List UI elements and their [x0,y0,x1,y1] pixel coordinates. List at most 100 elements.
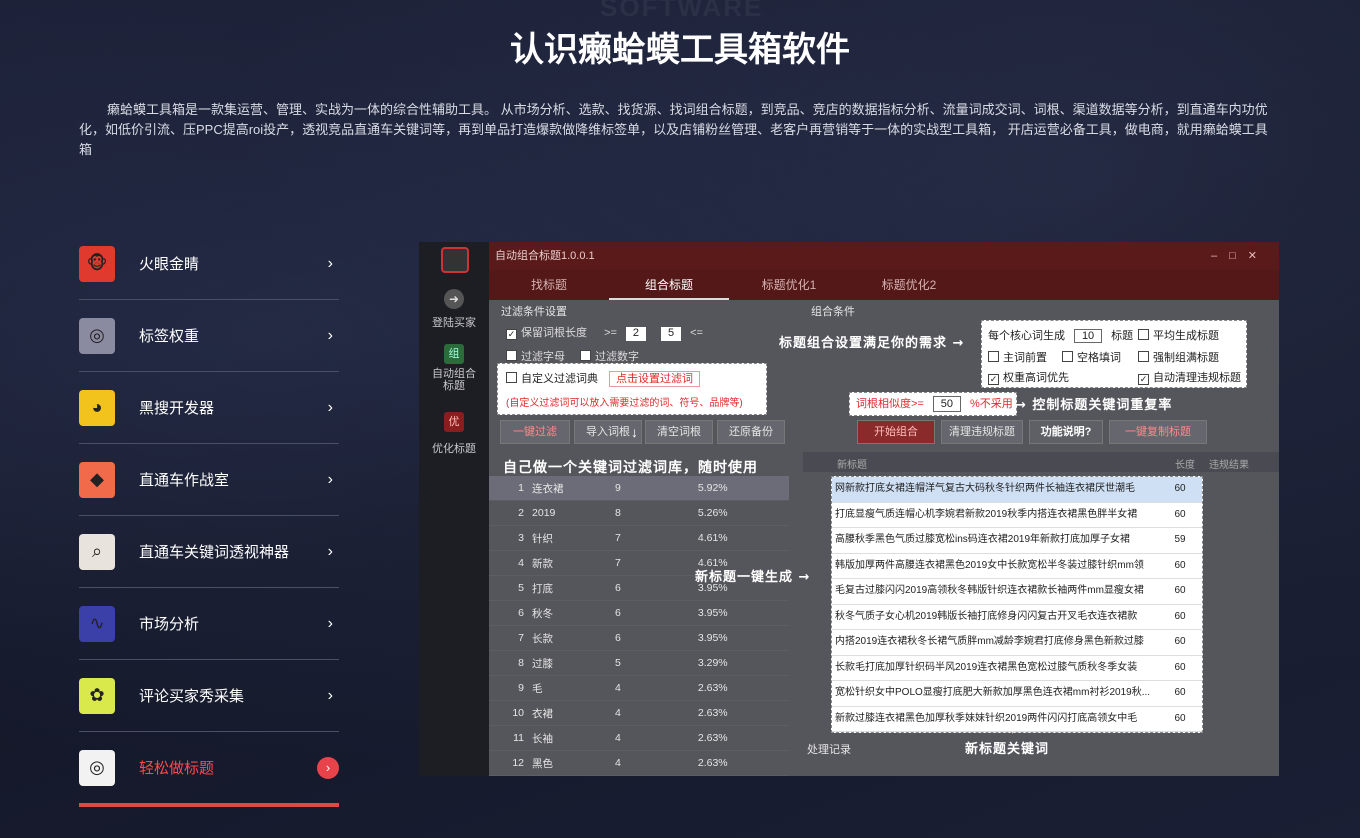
similarity-input[interactable]: 50 [932,396,961,412]
table-cell: 3.95% [693,625,789,651]
table-cell: 2.63% [693,750,789,776]
root-table: 1 连衣裙 9 5.92% 2 2019 8 5.26% 3 针织 7 4.61% 4 新款 7 4.61% 5… [489,476,789,776]
clean-titles-button[interactable]: 清理违规标题 [941,420,1023,444]
table-row[interactable]: 8 过膝 5 3.29% [489,650,789,676]
table-cell: 针织 [528,525,611,551]
app-tab[interactable]: 标题优化1 [729,270,849,300]
similarity-callout: 词根相似度>= 50 %不采用 [849,392,1017,416]
title-length: 60 [1174,661,1186,673]
filter-digits-label: 过滤数字 [595,351,640,363]
title-length: 60 [1174,559,1186,571]
opt-space-fill[interactable]: 空格填词 [1062,349,1121,365]
table-cell: 5.92% [693,476,789,501]
per-core-row: 每个核心词生成 10 标题 [988,327,1133,343]
table-cell: 2.63% [693,675,789,701]
list-item[interactable]: 新款过膝连衣裙黑色加厚秋季妹妹针织2019两件闪闪打底高领女中毛 60 [832,707,1202,732]
opt-auto-clean[interactable]: 自动清理违规标题 [1138,369,1241,385]
list-item[interactable]: 宽松针织女中POLO显瘦打底肥大新款加厚黑色连衣裙mm衬衫2019秋... 60 [832,681,1202,707]
table-row[interactable]: 11 长袖 4 2.63% [489,725,789,751]
menu-item[interactable]: ◎ 标签权重 › [79,300,339,372]
start-combo-button[interactable]: 开始组合 [857,420,935,444]
table-cell: 6 [610,575,694,601]
list-item[interactable]: 网新款打底女裙连帽洋气复古大码秋冬针织两件长袖连衣裙厌世潮毛 60 [832,477,1202,503]
app-tab[interactable]: 组合标题 [609,270,729,300]
table-row[interactable]: 6 秋冬 6 3.95% [489,600,789,626]
list-item[interactable]: 毛复古过膝闪闪2019高领秋冬韩版针织连衣裙款长袖两件mm显瘦女裙 60 [832,579,1202,605]
menu-item[interactable]: ◆ 直通车作战室 › [79,444,339,516]
menu-item[interactable]: 🐵 火眼金睛 › [79,228,339,300]
title-text: 秋冬气质子女心机2019韩版长袖打底修身闪闪复古开叉毛衣连衣裙款 [835,610,1138,622]
login-icon[interactable]: ➜ [444,289,464,309]
filter-digits-checkbox[interactable] [580,350,592,361]
table-row[interactable]: 1 连衣裙 9 5.92% [489,476,789,501]
table-row[interactable]: 12 黑色 4 2.63% [489,750,789,776]
menu-item-label: 市场分析 [139,616,200,633]
side-item-optimize[interactable]: 优化标题 [427,440,481,456]
table-cell: 6 [489,600,529,626]
filter-letters-label: 过滤字母 [521,351,565,363]
opt-force-full[interactable]: 强制组满标题 [1138,349,1219,365]
min-length-input[interactable]: 2 [625,327,646,341]
software-screenshot: ➜ 登陆买家 组 自动组合标题 优 优化标题 自动组合标题1.0.0.1 –□✕… [419,242,1279,776]
keep-length-label: 保留词根长度 [521,327,587,339]
window-controls[interactable]: –□✕ [1211,242,1269,270]
filter-letters-checkbox[interactable] [506,350,517,361]
table-cell: 4.61% [693,525,789,551]
per-core-input[interactable]: 10 [1074,329,1103,343]
monkey-face-icon: 🐵 [79,245,115,282]
app-tab[interactable]: 标题优化2 [849,270,969,300]
table-row[interactable]: 9 毛 4 2.63% [489,675,789,701]
menu-item-label: 轻松做标题 [139,760,215,777]
opt-average[interactable]: 平均生成标题 [1138,327,1219,343]
combo-icon[interactable]: 组 [444,344,464,364]
chevron-right-icon: › [327,326,333,344]
table-cell: 2 [489,500,529,526]
one-click-filter-button[interactable]: 一键过滤 [500,420,570,444]
custom-filter-row: 自定义过滤词典 点击设置过滤词 [506,370,701,387]
custom-filter-checkbox[interactable] [506,372,517,383]
table-cell: 7 [489,625,529,651]
film-reel-icon: ◎ [79,317,115,354]
opt-weight-high[interactable]: 权重高词优先 [988,369,1069,385]
list-item[interactable]: 长款毛打底加厚针织码半风2019连衣裙黑色宽松过膝气质秋冬季女装 60 [832,656,1202,681]
side-item-login[interactable]: 登陆买家 [427,314,481,330]
menu-item[interactable]: ⌕ 直通车关键词透视神器 › [79,516,339,588]
table-cell: 6 [610,625,694,651]
menu-item[interactable]: ◎ 轻松做标题 › [79,732,339,807]
side-item-combo[interactable]: 自动组合标题 [429,368,479,392]
menu-item[interactable]: ∿ 市场分析 › [79,588,339,660]
restore-backup-button[interactable]: 还原备份 [717,420,785,444]
table-cell: 2.63% [693,725,789,751]
titles-header: 新标题 长度 违规结果 [803,452,1279,472]
table-cell: 10 [489,700,529,726]
table-row[interactable]: 10 衣裙 4 2.63% [489,700,789,726]
annotation-new-title: 新标题一键生成 → [695,570,811,585]
similarity-label: 词根相似度>= [856,398,924,410]
list-item[interactable]: 韩版加厚两件高腰连衣裙黑色2019女中长款宽松半冬装过膝针织mm领 60 [832,554,1202,579]
app-logo-icon [441,247,469,273]
title-text: 网新款打底女裙连帽洋气复古大码秋冬针织两件长袖连衣裙厌世潮毛 [835,483,1135,494]
table-cell: 毛 [528,675,611,701]
opt-main-front[interactable]: 主词前置 [988,349,1047,365]
chevron-right-icon: › [327,614,333,632]
list-item[interactable]: 打底显瘦气质连帽心机李婉君新款2019秋季内搭连衣裙黑色胖半女裙 60 [832,503,1202,528]
optimize-icon[interactable]: 优 [444,412,464,432]
table-row[interactable]: 7 长款 6 3.95% [489,625,789,651]
list-item[interactable]: 秋冬气质子女心机2019韩版长袖打底修身闪闪复古开叉毛衣连衣裙款 60 [832,605,1202,630]
table-row[interactable]: 2 2019 8 5.26% [489,500,789,526]
max-length-input[interactable]: 5 [661,327,682,341]
help-button[interactable]: 功能说明? [1029,420,1103,444]
keep-length-checkbox[interactable] [506,329,517,340]
app-tab[interactable]: 找标题 [489,270,609,300]
intro-paragraph: 癞蛤蟆工具箱是一款集运营、管理、实战为一体的综合性辅助工具。 从市场分析、选款、… [79,102,1268,157]
table-row[interactable]: 3 针织 7 4.61% [489,525,789,551]
clear-roots-button[interactable]: 清空词根 [645,420,713,444]
menu-item[interactable]: ◕ 黑搜开发器 › [79,372,339,444]
list-item[interactable]: 内搭2019连衣裙秋冬长裙气质胖mm减龄李婉君打底修身黑色新款过膝 60 [832,630,1202,656]
copy-titles-button[interactable]: 一键复制标题 [1109,420,1207,444]
similarity-unit: %不采用 [969,398,1013,410]
menu-item[interactable]: ✿ 评论买家秀采集 › [79,660,339,732]
set-filter-button[interactable]: 点击设置过滤词 [609,371,701,387]
custom-filter-note: (自定义过滤词可以放入需要过滤的词、符号、品牌等) [506,398,743,409]
list-item[interactable]: 高腰秋季黑色气质过膝宽松ins码连衣裙2019年新款打底加厚子女裙 59 [832,528,1202,554]
